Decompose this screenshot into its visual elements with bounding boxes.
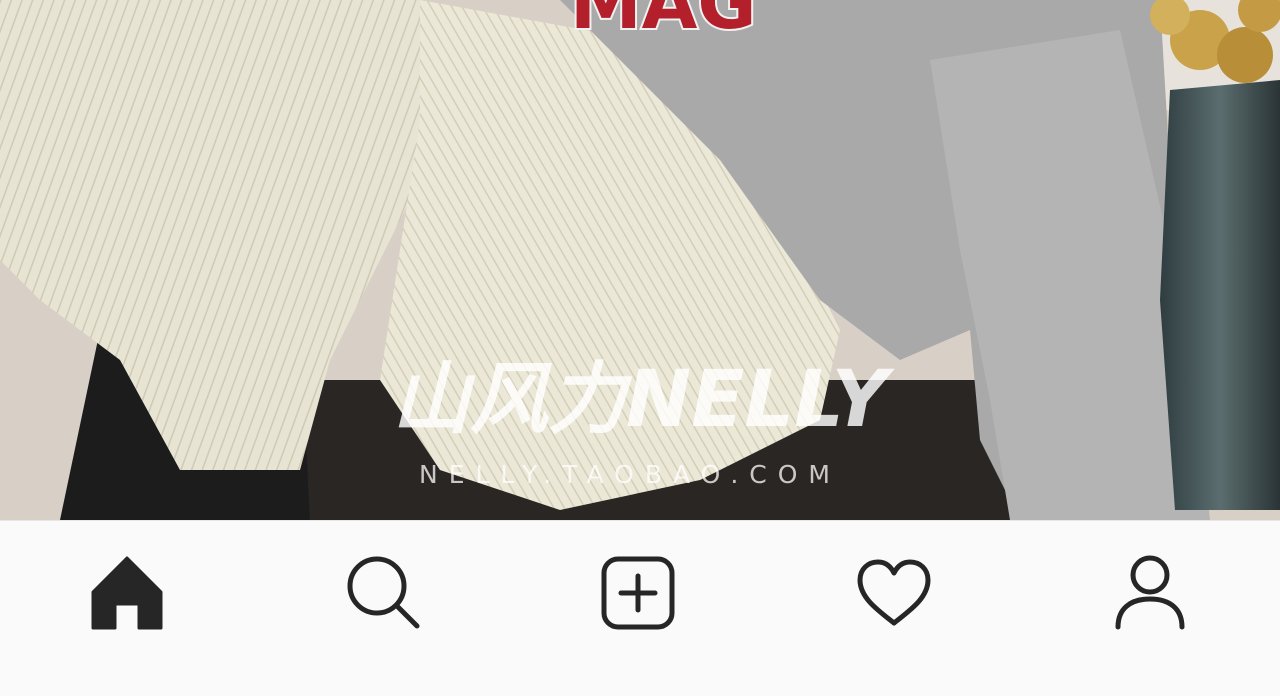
svg-text:山风力NELLY: 山风力NELLY <box>392 355 896 444</box>
search-icon <box>347 556 420 629</box>
bottom-nav-bar <box>0 520 1280 696</box>
svg-text:MAG: MAG <box>570 0 756 45</box>
post-photo[interactable]: MAG 山风力NELLY NELLY.TAOBAO.COM <box>0 0 1280 520</box>
nav-search-button[interactable] <box>343 553 423 633</box>
sweatshirt-print: MAG <box>568 0 758 47</box>
nav-activity-button[interactable] <box>854 553 934 633</box>
nav-profile-button[interactable] <box>1110 553 1190 633</box>
watermark-url: NELLY.TAOBAO.COM <box>419 460 841 489</box>
watermark-logo: 山风力NELLY <box>360 352 920 444</box>
add-post-icon <box>601 556 675 630</box>
nav-home-button[interactable] <box>87 553 167 633</box>
nav-new-post-button[interactable] <box>598 553 678 633</box>
profile-icon <box>1115 555 1185 630</box>
home-icon <box>91 556 163 630</box>
heart-icon <box>857 559 931 626</box>
